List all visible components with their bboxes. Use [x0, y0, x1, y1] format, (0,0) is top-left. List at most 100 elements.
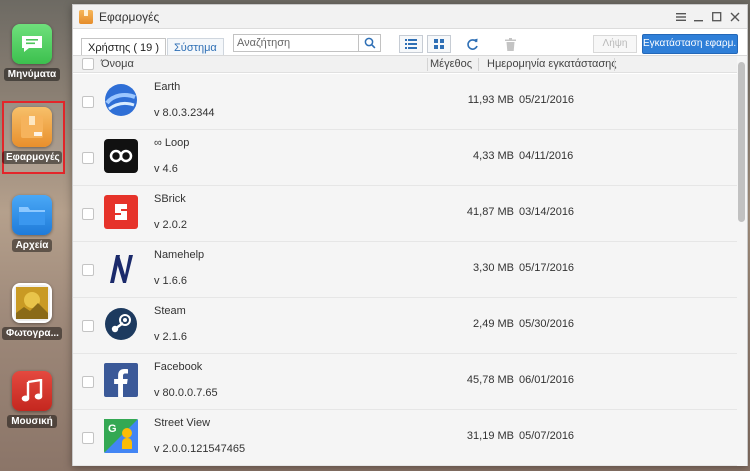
dock-item-messages[interactable]: Μηνύματα: [0, 24, 64, 84]
dock-item-music[interactable]: Μουσική: [0, 371, 64, 431]
row-checkbox[interactable]: [82, 432, 94, 444]
table-row[interactable]: ∞ Loop v 4.6 4,33 MB 04/11/2016: [73, 130, 739, 186]
dock-label-apps: Εφαρμογές: [2, 151, 62, 164]
row-checkbox[interactable]: [82, 320, 94, 332]
refresh-icon: [466, 38, 478, 50]
list-view-icon: [405, 39, 417, 49]
maximize-button[interactable]: [709, 9, 725, 25]
app-version: v 2.0.2: [154, 219, 188, 231]
app-name: Street View: [154, 417, 211, 429]
search-button[interactable]: [358, 35, 380, 51]
dock-label-photos: Φωτογρα...: [2, 327, 62, 340]
app-size: 41,87 MB: [466, 206, 514, 218]
app-size: 11,93 MB: [467, 94, 514, 106]
svg-text:G: G: [108, 423, 117, 435]
select-all-checkbox[interactable]: [82, 58, 94, 70]
minimize-button[interactable]: [691, 9, 707, 25]
message-icon: [12, 24, 52, 64]
row-checkbox[interactable]: [82, 208, 94, 220]
list-view-button[interactable]: [399, 35, 423, 53]
install-app-button[interactable]: Εγκατάσταση εφαρμ...: [642, 34, 738, 54]
row-checkbox[interactable]: [82, 376, 94, 388]
app-install-date: 05/17/2016: [519, 262, 575, 274]
music-icon: [12, 371, 52, 411]
column-install-date[interactable]: Ημερομηνία εγκατάστασης: [487, 58, 617, 70]
close-icon: [730, 12, 740, 22]
app-install-date: 04/11/2016: [519, 150, 574, 162]
title-bar: Εφαρμογές: [73, 5, 747, 29]
app-size: 4,33 MB: [473, 150, 514, 162]
app-name: ∞ Loop: [154, 137, 190, 149]
close-button[interactable]: [727, 9, 743, 25]
search-box: [233, 34, 381, 52]
dock-item-apps[interactable]: Εφαρμογές: [0, 107, 64, 167]
google-earth-icon: [103, 82, 138, 117]
app-install-date: 05/30/2016: [519, 318, 575, 330]
row-checkbox[interactable]: [82, 96, 94, 108]
app-install-date: 06/01/2016: [519, 374, 575, 386]
column-name[interactable]: Όνομα: [101, 58, 134, 70]
refresh-button[interactable]: [464, 36, 480, 52]
column-separator: [614, 58, 615, 71]
photo-icon: [12, 283, 52, 323]
apps-box-icon: [12, 107, 52, 147]
scrollbar-thumb[interactable]: [738, 62, 745, 222]
table-row[interactable]: SBrick v 2.0.2 41,87 MB 03/14/2016: [73, 186, 739, 242]
app-name: SBrick: [154, 193, 186, 205]
app-size: 45,78 MB: [466, 374, 514, 386]
street-view-icon: G: [103, 418, 138, 453]
apps-box-icon: [79, 9, 93, 24]
row-checkbox[interactable]: [82, 264, 94, 276]
trash-icon: [504, 37, 516, 51]
table-header: Όνομα Μέγεθος Ημερομηνία εγκατάστασης: [73, 56, 739, 73]
app-install-date: 05/21/2016: [519, 94, 575, 106]
sbrick-icon: [103, 194, 138, 229]
app-version: v 2.0.0.121547465: [154, 443, 246, 455]
column-separator: [427, 58, 428, 71]
app-name: Namehelp: [154, 249, 205, 261]
app-version: v 4.6: [154, 163, 178, 175]
minimize-icon: [694, 20, 703, 22]
hamburger-icon: [676, 13, 686, 21]
apps-table: Earth v 8.0.3.2344 11,93 MB 05/21/2016 ∞…: [73, 74, 739, 466]
app-install-date: 05/07/2016: [519, 430, 575, 442]
app-name: Facebook: [154, 361, 203, 373]
app-size: 31,19 MB: [466, 430, 514, 442]
infinity-loop-icon: [103, 138, 138, 173]
app-name: Steam: [154, 305, 186, 317]
download-button[interactable]: Λήψη: [593, 35, 637, 53]
app-size: 3,30 MB: [473, 262, 514, 274]
app-version: v 80.0.0.7.65: [154, 387, 218, 399]
app-install-date: 03/14/2016: [519, 206, 575, 218]
dock-item-files[interactable]: Αρχεία: [0, 195, 64, 255]
dock-label-music: Μουσική: [7, 415, 57, 428]
app-name: Earth: [154, 81, 181, 93]
vertical-scrollbar[interactable]: [737, 56, 747, 466]
search-icon: [364, 37, 375, 49]
column-separator: [478, 58, 479, 71]
row-checkbox[interactable]: [82, 152, 94, 164]
folder-icon: [12, 195, 52, 235]
grid-view-icon: [434, 39, 444, 49]
grid-view-button[interactable]: [427, 35, 451, 53]
dock-item-photos[interactable]: Φωτογρα...: [0, 283, 64, 343]
delete-button[interactable]: [502, 36, 518, 52]
window-controls: [673, 9, 743, 25]
desktop-dock: Μηνύματα Εφαρμογές Αρχεία Φωτογρα... Μου…: [0, 0, 65, 471]
dock-label-messages: Μηνύματα: [3, 68, 61, 81]
search-input[interactable]: [234, 35, 360, 51]
menu-button[interactable]: [673, 9, 689, 25]
table-row[interactable]: Steam v 2.1.6 2,49 MB 05/30/2016: [73, 298, 739, 354]
table-row[interactable]: Earth v 8.0.3.2344 11,93 MB 05/21/2016: [73, 74, 739, 130]
app-version: v 2.1.6: [154, 331, 188, 343]
tab-system-label: Σύστημα: [174, 42, 217, 54]
table-row[interactable]: Namehelp v 1.6.6 3,30 MB 05/17/2016: [73, 242, 739, 298]
facebook-icon: [103, 362, 138, 397]
dock-label-files: Αρχεία: [11, 239, 53, 252]
table-row[interactable]: Facebook v 80.0.0.7.65 45,78 MB 06/01/20…: [73, 354, 739, 410]
tab-user-label: Χρήστης ( 19 ): [88, 42, 159, 54]
column-size[interactable]: Μέγεθος: [430, 58, 472, 70]
app-version: v 8.0.3.2344: [154, 107, 215, 119]
steam-icon: [103, 306, 138, 341]
table-row[interactable]: G Street View v 2.0.0.121547465 31,19 MB…: [73, 410, 739, 466]
